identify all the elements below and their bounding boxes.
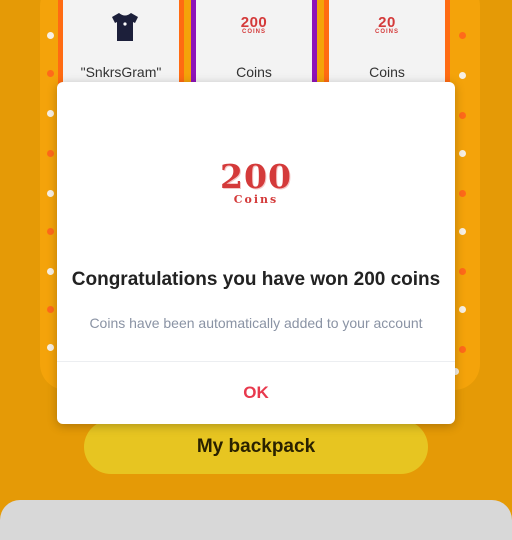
dialog-title: Congratulations you have won 200 coins [71, 269, 441, 290]
ok-button[interactable]: OK [57, 362, 455, 424]
coins-amount: 200 [220, 157, 292, 196]
dialog-message: Coins have been automatically added to y… [89, 315, 423, 331]
coins-reward-logo: 200 Coins [57, 157, 455, 207]
coins-unit: Coins [233, 193, 279, 206]
reward-dialog: 200 Coins Congratulations you have won 2… [57, 82, 455, 424]
